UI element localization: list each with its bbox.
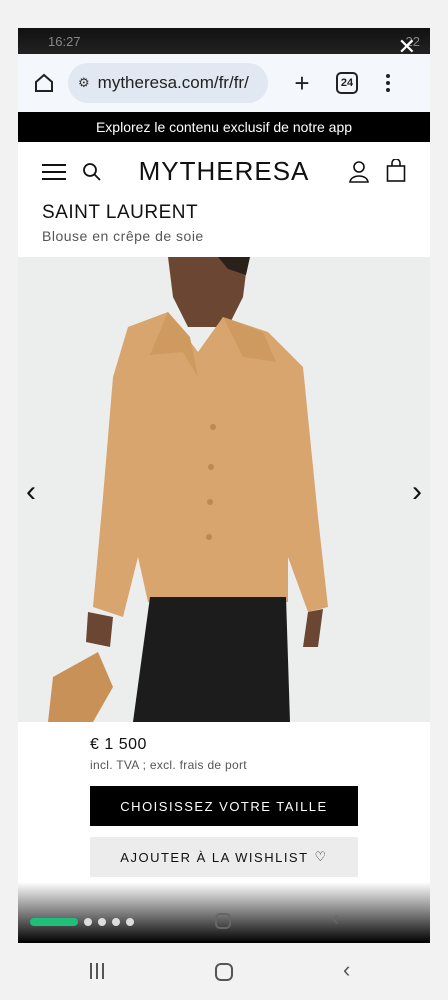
heart-icon: ♡ [314,849,328,864]
product-image-gallery[interactable]: ‹ › [18,257,430,722]
gallery-next-arrow[interactable]: › [412,475,422,509]
system-home-icon[interactable] [215,963,233,981]
product-photo [18,257,430,722]
page-indicator-dot [84,918,92,926]
wishlist-label: AJOUTER À LA WISHLIST [120,849,309,865]
address-bar[interactable]: ⚙ mytheresa.com/fr/fr/ [68,63,268,103]
browser-toolbar: ⚙ mytheresa.com/fr/fr/ + 24 [18,54,430,112]
system-navigation-bar: ‹ [0,943,448,1000]
phone-screen: 16:27 22 ✕ ⚙ mytheresa.com/fr/fr/ + 24 E… [18,28,430,943]
status-time: 16:27 [48,33,81,49]
page-indicator-dot [98,918,106,926]
tab-switcher-button[interactable]: 24 [336,72,358,94]
site-settings-icon[interactable]: ⚙ [78,75,90,91]
choose-size-button[interactable]: CHOISISSEZ VOTRE TAILLE [90,786,358,826]
home-icon[interactable] [26,65,62,101]
account-icon[interactable] [348,160,370,184]
new-tab-button[interactable]: + [284,65,320,101]
status-bar: 16:27 22 [18,28,430,54]
product-brand[interactable]: SAINT LAURENT [42,202,198,224]
add-to-wishlist-button[interactable]: AJOUTER À LA WISHLIST ♡ [90,837,358,877]
product-page: MYTHERESA SAINT LAURENT Blouse en crêpe … [18,142,430,943]
system-back-icon[interactable]: ‹ [343,957,350,983]
overlay-back-icon[interactable]: ‹ [332,908,339,931]
app-promo-banner[interactable]: Explorez le contenu exclusif de notre ap… [18,112,430,142]
tax-note: incl. TVA ; excl. frais de port [90,758,247,772]
product-name: Blouse en crêpe de soie [42,228,204,244]
gallery-prev-arrow[interactable]: ‹ [26,475,36,509]
shopping-bag-icon[interactable] [386,159,406,183]
more-menu-icon[interactable] [378,74,398,92]
page-indicator-pill [30,918,78,926]
page-indicator-dot [126,918,134,926]
overlay-home-icon[interactable] [215,913,231,929]
page-indicator-dot [112,918,120,926]
recent-apps-icon[interactable] [90,963,104,979]
product-price: € 1 500 [90,736,147,753]
url-text: mytheresa.com/fr/fr/ [97,73,249,92]
overlay-navigation: ‹ [18,906,430,936]
